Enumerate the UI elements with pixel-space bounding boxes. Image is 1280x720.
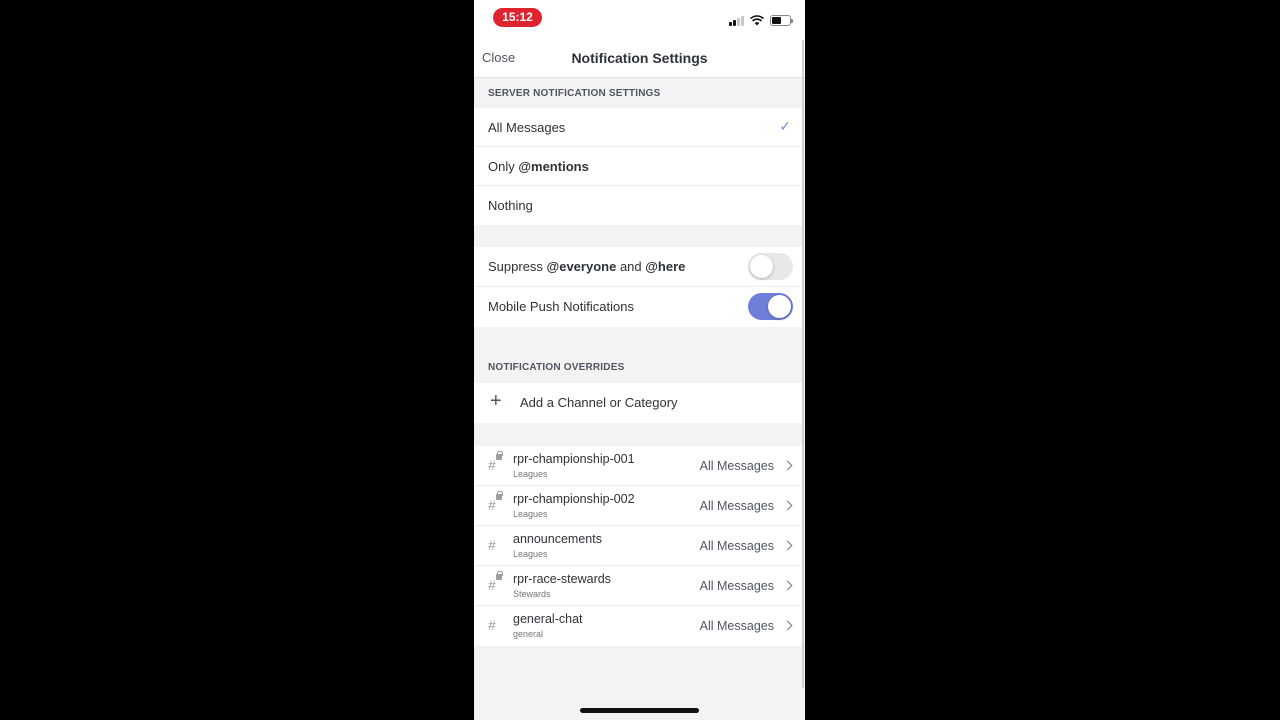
status-icons <box>729 14 793 26</box>
channel-setting: All Messages <box>699 539 774 553</box>
mobile-push-row: Mobile Push Notifications <box>474 287 803 327</box>
option-label-prefix: Only <box>488 159 519 174</box>
channel-name: announcements <box>513 532 602 546</box>
lock-icon <box>496 451 503 460</box>
channel-name: rpr-race-stewards <box>513 572 611 586</box>
page-title: Notification Settings <box>571 50 708 66</box>
hash-icon: # <box>488 577 496 593</box>
channel-category: Stewards <box>513 589 551 599</box>
chevron-right-icon <box>782 580 793 591</box>
battery-icon <box>770 15 793 26</box>
channel-override-list: # rpr-championship-001 Leagues All Messa… <box>474 446 803 646</box>
plus-icon: + <box>490 390 502 412</box>
status-bar: 15:12 <box>474 0 805 40</box>
option-nothing[interactable]: Nothing <box>474 186 803 225</box>
phone-screen: 15:12 Close Notification Settings SERVER… <box>474 0 805 720</box>
lock-icon <box>496 491 503 500</box>
list-item[interactable]: # rpr-championship-002 Leagues All Messa… <box>474 486 803 526</box>
add-override-group: + Add a Channel or Category <box>474 383 803 423</box>
channel-category: Leagues <box>513 509 548 519</box>
list-item[interactable]: # general-chat general All Messages <box>474 606 803 646</box>
list-item[interactable]: # announcements Leagues All Messages <box>474 526 803 566</box>
suppress-middle: and <box>616 259 646 274</box>
suppress-prefix: Suppress <box>488 259 547 274</box>
chevron-right-icon <box>782 540 793 551</box>
checkmark-icon: ✓ <box>779 118 791 134</box>
chevron-right-icon <box>782 620 793 631</box>
status-time: 15:12 <box>493 8 542 27</box>
channel-category: Leagues <box>513 549 548 559</box>
suppress-everyone-row: Suppress @everyone and @here <box>474 247 803 287</box>
suppress-toggle[interactable] <box>748 253 793 280</box>
option-label: Only @mentions <box>488 159 589 174</box>
server-notification-options: All Messages ✓ Only @mentions Nothing <box>474 108 803 225</box>
chevron-right-icon <box>782 500 793 511</box>
header: Close Notification Settings <box>474 40 805 78</box>
hash-icon: # <box>488 457 496 473</box>
suppress-everyone: @everyone <box>546 259 617 274</box>
option-label: All Messages <box>488 120 566 135</box>
overrides-section-label: NOTIFICATION OVERRIDES <box>488 362 625 373</box>
toggle-settings: Suppress @everyone and @here Mobile Push… <box>474 247 803 327</box>
channel-name: rpr-championship-001 <box>513 452 635 466</box>
cellular-signal-icon <box>729 16 744 26</box>
hash-icon: # <box>488 537 496 553</box>
chevron-right-icon <box>782 460 793 471</box>
mobile-push-label: Mobile Push Notifications <box>488 299 634 314</box>
home-indicator[interactable] <box>580 708 699 713</box>
lock-icon <box>496 571 503 580</box>
option-only-mentions[interactable]: Only @mentions <box>474 147 803 186</box>
channel-name: general-chat <box>513 612 583 626</box>
option-label-mention: @mentions <box>518 159 589 174</box>
option-all-messages[interactable]: All Messages ✓ <box>474 108 803 147</box>
scrollbar[interactable] <box>802 40 804 688</box>
suppress-here: @here <box>645 259 686 274</box>
mobile-push-toggle[interactable] <box>748 293 793 320</box>
hash-icon: # <box>488 497 496 513</box>
list-item[interactable]: # rpr-championship-001 Leagues All Messa… <box>474 446 803 486</box>
channel-setting: All Messages <box>699 459 774 473</box>
suppress-label: Suppress @everyone and @here <box>488 259 685 274</box>
channel-setting: All Messages <box>699 619 774 633</box>
option-label: Nothing <box>488 198 533 213</box>
channel-category: Leagues <box>513 469 548 479</box>
server-settings-section-label: SERVER NOTIFICATION SETTINGS <box>488 88 661 99</box>
wifi-icon <box>750 15 764 26</box>
add-channel-button[interactable]: + Add a Channel or Category <box>474 383 803 423</box>
hash-icon: # <box>488 617 496 633</box>
channel-setting: All Messages <box>699 499 774 513</box>
channel-name: rpr-championship-002 <box>513 492 635 506</box>
add-channel-label: Add a Channel or Category <box>520 395 678 410</box>
list-item[interactable]: # rpr-race-stewards Stewards All Message… <box>474 566 803 606</box>
channel-category: general <box>513 629 544 639</box>
channel-setting: All Messages <box>699 579 774 593</box>
